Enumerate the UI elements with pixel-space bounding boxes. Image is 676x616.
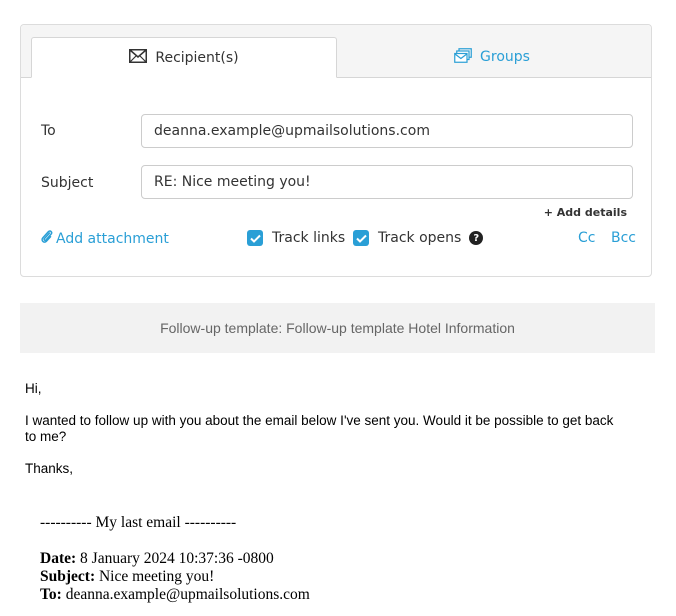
envelope-icon: [129, 48, 155, 67]
track-links-label: Track links: [272, 230, 346, 246]
quoted-separator: ---------- My last email ----------: [40, 514, 237, 531]
quoted-subject-value: Nice meeting you!: [95, 568, 215, 585]
track-links-checkbox[interactable]: Track links: [247, 230, 345, 246]
quoted-date-value: 8 January 2024 10:37:36 -0800: [76, 550, 274, 567]
track-opens-label: Track opens: [378, 230, 462, 246]
stacked-envelopes-icon: [454, 47, 480, 67]
to-field[interactable]: [141, 114, 633, 148]
recipient-tabbar: Recipient(s) Groups: [21, 25, 651, 78]
template-bar: Follow-up template: Follow-up template H…: [20, 303, 655, 353]
quoted-date-label: Date:: [40, 550, 77, 567]
tab-groups-label: Groups: [480, 49, 530, 65]
message-greeting: Hi,: [25, 381, 42, 396]
tab-recipients[interactable]: Recipient(s): [31, 37, 337, 78]
quoted-subject-label: Subject:: [40, 568, 96, 585]
to-label: To: [41, 123, 56, 139]
tab-groups[interactable]: Groups: [339, 37, 645, 77]
add-attachment-link[interactable]: Add attachment: [41, 229, 169, 249]
message-paragraph: I wanted to follow up with you about the…: [25, 413, 614, 444]
bcc-link[interactable]: Bcc: [611, 230, 636, 246]
add-details-button[interactable]: + Add details: [541, 206, 629, 219]
checkmark-icon: [247, 230, 263, 246]
compose-panel: Recipient(s) Groups To Subject + Add det…: [20, 24, 652, 277]
paperclip-icon: [41, 229, 56, 249]
message-signoff: Thanks,: [25, 461, 74, 476]
track-opens-checkbox[interactable]: Track opens ?: [353, 230, 484, 246]
question-circle-icon[interactable]: ?: [469, 231, 484, 245]
subject-field[interactable]: [141, 165, 633, 199]
quoted-to: To: deanna.example@upmailsolutions.com: [40, 586, 310, 604]
template-bar-text: Follow-up template: Follow-up template H…: [160, 320, 515, 336]
subject-label: Subject: [41, 175, 94, 191]
tab-recipients-label: Recipient(s): [155, 49, 239, 66]
cc-link[interactable]: Cc: [578, 230, 595, 246]
checkmark-icon: [353, 230, 369, 246]
quoted-to-value: deanna.example@upmailsolutions.com: [61, 586, 310, 603]
quoted-date: Date: 8 January 2024 10:37:36 -0800: [40, 550, 274, 568]
quoted-to-label: To:: [40, 586, 62, 603]
add-attachment-label: Add attachment: [56, 231, 169, 247]
quoted-subject: Subject: Nice meeting you!: [40, 568, 214, 586]
